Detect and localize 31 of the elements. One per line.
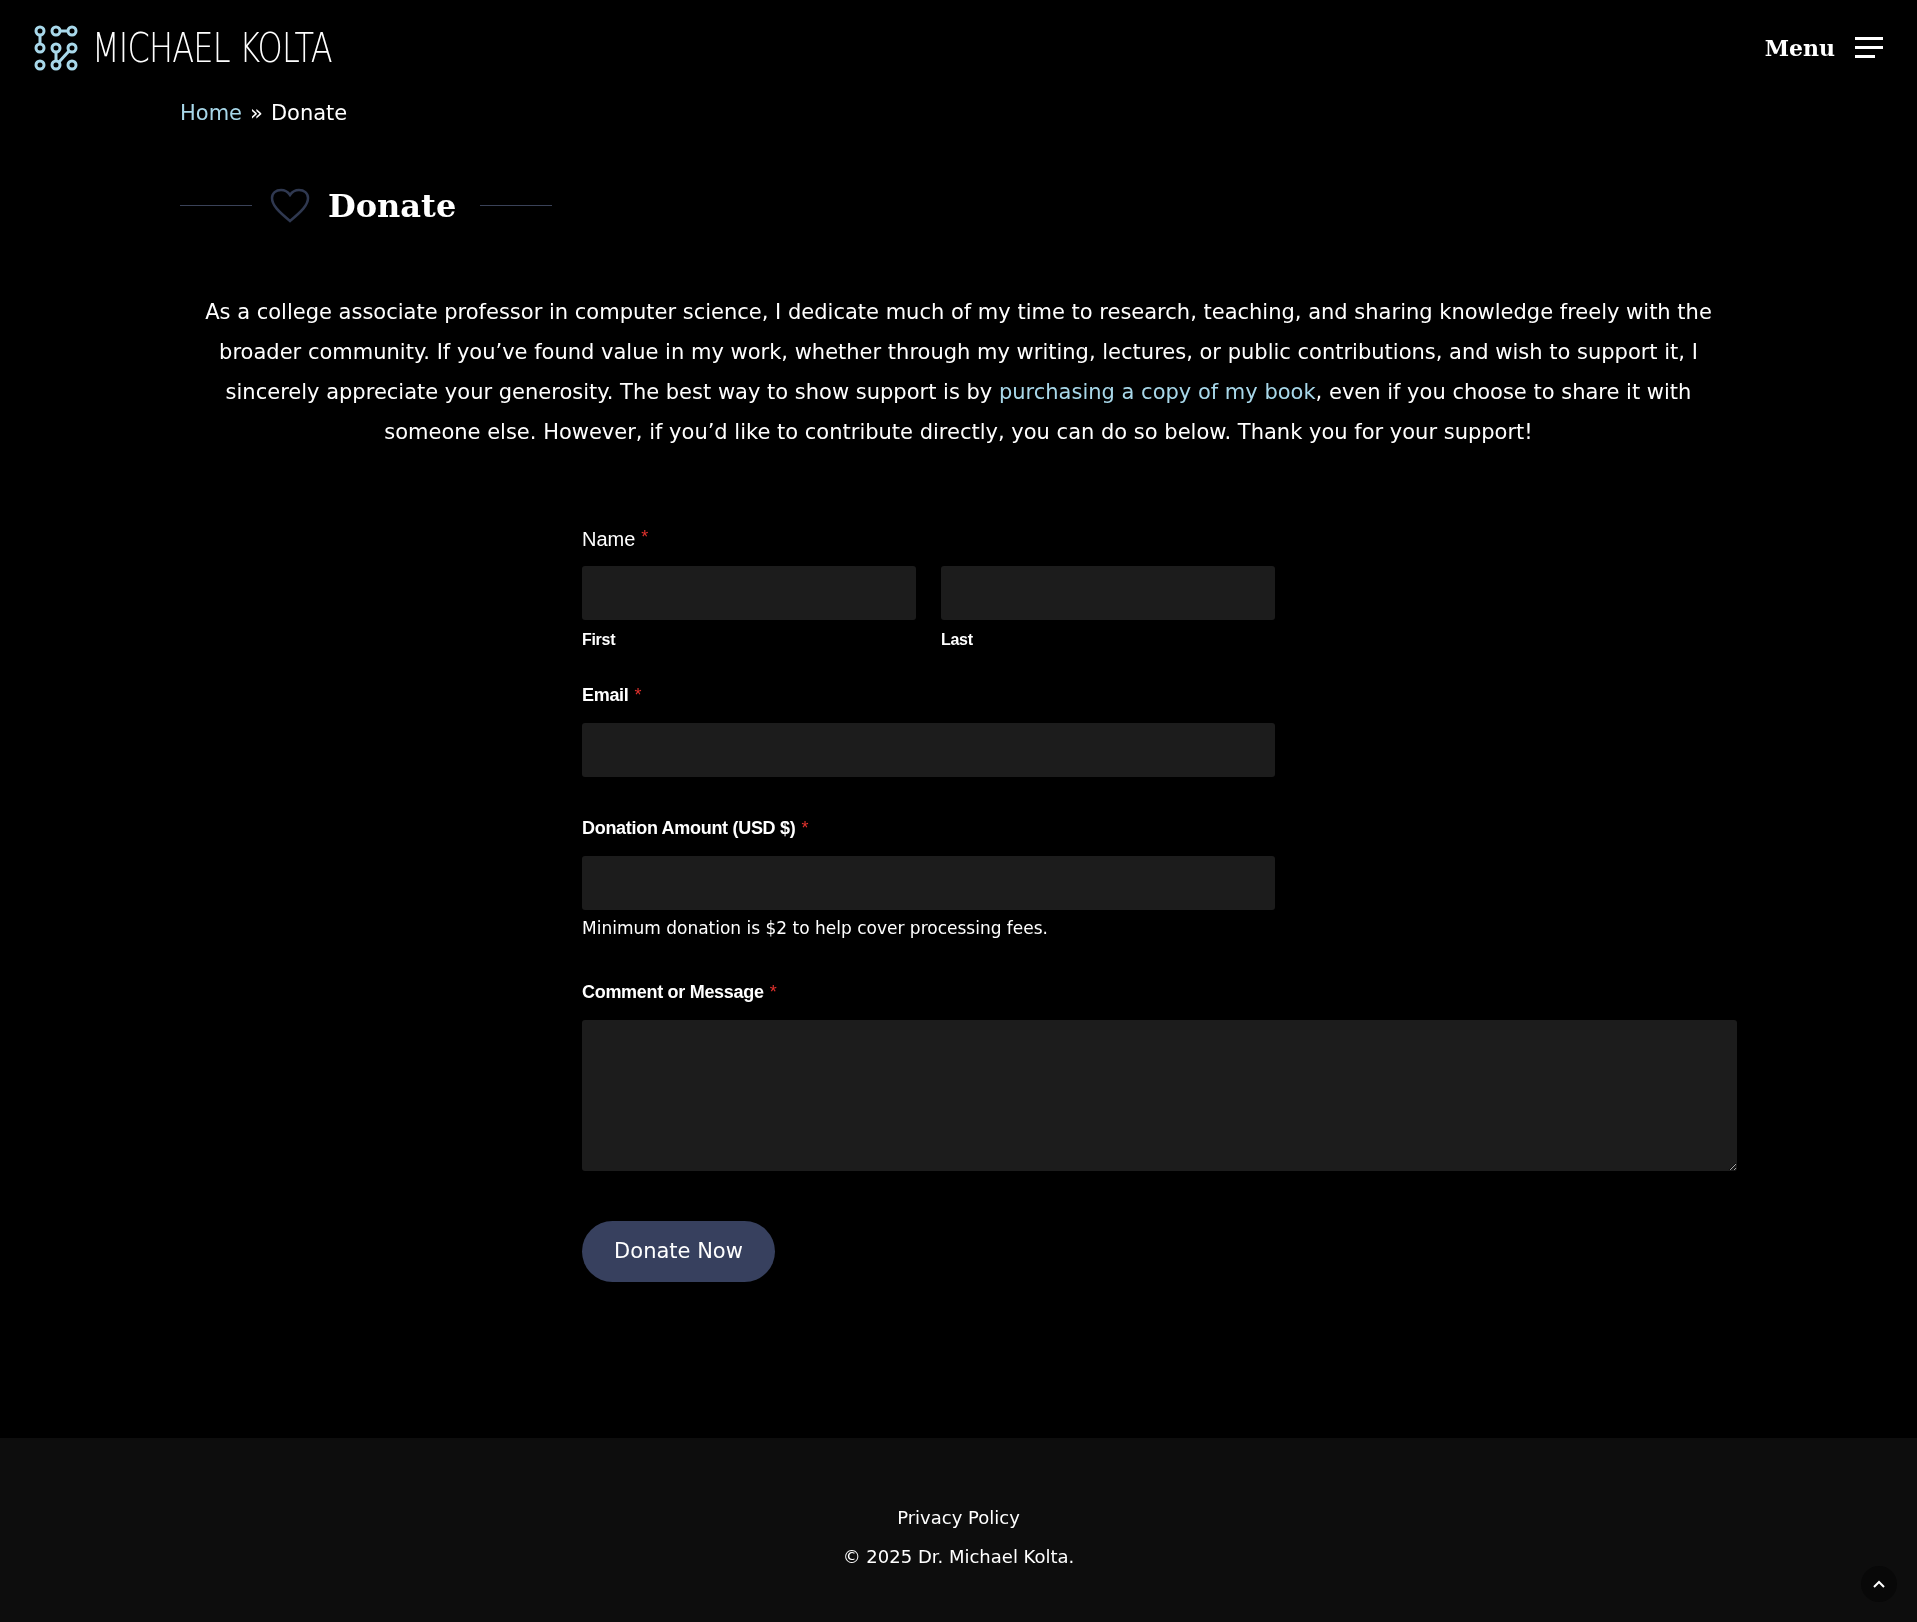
donate-now-button[interactable]: Donate Now [582, 1221, 775, 1282]
field-label: Name [582, 526, 636, 552]
chevron-up-icon [1873, 1580, 1885, 1588]
email-input[interactable] [582, 722, 1275, 777]
page-title: Donate [328, 185, 457, 227]
menu-button[interactable]: Menu [1764, 31, 1883, 65]
menu-icon [1855, 37, 1883, 59]
sublabel: Last [941, 629, 974, 650]
field-label: Donation Amount (USD $) [582, 816, 796, 840]
book-link[interactable]: purchasing a copy of my book [998, 379, 1316, 404]
logo-icon [34, 25, 80, 71]
logo-text[interactable]: MICHAEL KOLTA [92, 28, 332, 68]
amount-input[interactable] [582, 855, 1275, 910]
breadcrumb-link[interactable]: Home [180, 98, 242, 130]
intro-paragraph: As a college associate professor in computer science, I dedicate much of my time to research, teaching, and sharing knowledge freely with the broader community. If you’ve found value in my work, whether through my writing, lectures, or public contributions, and wish to support it, I sincerely appreciate your generosity. The best way to show support is by purchasing a copy of my book, even if you choose to share it with someone else. However, if you’d like to contribute directly, you can do so below. Thank you for your support! [204, 298, 1713, 446]
amount-hint: Minimum donation is $2 to help cover processing fees. [582, 916, 1050, 940]
name-input[interactable] [941, 565, 1275, 620]
comment-textarea[interactable] [582, 1020, 1737, 1171]
field-label: Comment or Message [582, 981, 764, 1004]
required-asterisk: * [634, 683, 642, 707]
name-input[interactable] [582, 565, 916, 620]
required-asterisk: * [801, 816, 809, 840]
heart-icon [270, 187, 310, 224]
required-asterisk: * [769, 981, 777, 1004]
footer-link[interactable]: Privacy Policy [897, 1504, 1020, 1531]
breadcrumb-current: Donate [270, 100, 348, 127]
sublabel: First [582, 629, 617, 650]
breadcrumb-separator: » [250, 100, 263, 127]
copyright-text: © 2025 Dr. Michael Kolta. [842, 1545, 1075, 1569]
required-asterisk: * [641, 525, 649, 549]
field-label: Email [582, 683, 629, 707]
